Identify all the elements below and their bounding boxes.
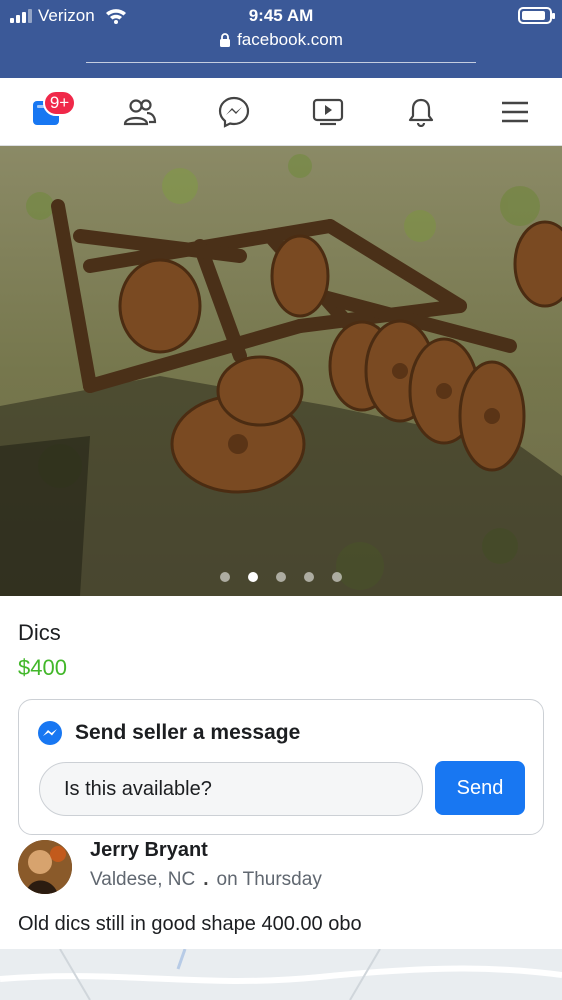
nav-menu[interactable] (485, 82, 545, 142)
clock: 9:45 AM (248, 6, 314, 25)
listing-price: $400 (18, 655, 67, 680)
nav-marketplace[interactable]: 9+ (17, 82, 77, 142)
location-map[interactable] (0, 949, 562, 1000)
carousel-dot[interactable] (248, 572, 258, 582)
carousel-dot[interactable] (332, 572, 342, 582)
seller-meta: Valdese, NC . on Thursday (90, 869, 322, 891)
nav-watch[interactable] (298, 82, 358, 142)
meta-separator: . (203, 869, 209, 890)
address-bar[interactable]: facebook.com (0, 30, 562, 50)
header-strip (0, 56, 562, 78)
messenger-icon (38, 721, 62, 745)
avatar[interactable] (18, 840, 72, 894)
nav-messenger[interactable] (204, 82, 264, 142)
posted-time: on Thursday (216, 869, 322, 890)
notification-badge: 9+ (42, 89, 77, 116)
battery-level (522, 11, 546, 20)
carousel-dot[interactable] (276, 572, 286, 582)
messenger-icon (219, 96, 250, 128)
carousel-indicator[interactable] (0, 572, 562, 582)
main-navigation: 9+ (0, 78, 562, 146)
url-text: facebook.com (237, 30, 343, 49)
carousel-dot[interactable] (304, 572, 314, 582)
nav-notifications[interactable] (391, 82, 451, 142)
seller-photo (18, 840, 72, 894)
message-header: Send seller a message (37, 720, 300, 746)
battery-icon (518, 7, 555, 24)
map-preview (0, 949, 562, 1000)
status-bar: Verizon 9:45 AM facebook.com (0, 0, 562, 58)
send-button[interactable]: Send (435, 761, 525, 815)
disc-harrow-photo (0, 146, 562, 596)
listing-description: Old dics still in good shape 400.00 obo (18, 913, 362, 935)
menu-icon (502, 101, 529, 122)
friends-icon (124, 98, 157, 125)
carousel-dot[interactable] (220, 572, 230, 582)
notifications-bell-icon (409, 98, 434, 127)
message-input[interactable] (39, 762, 423, 816)
nav-friends[interactable] (110, 82, 170, 142)
search-underline (86, 62, 476, 63)
watch-icon (312, 98, 343, 125)
seller-location: Valdese, NC (90, 869, 196, 890)
listing-photo[interactable] (0, 146, 562, 596)
message-title: Send seller a message (75, 721, 301, 744)
message-seller-card: Send seller a message Send (18, 699, 544, 835)
seller-name[interactable]: Jerry Bryant (90, 839, 208, 862)
lock-icon (220, 32, 231, 47)
listing-title: Dics (18, 620, 61, 645)
